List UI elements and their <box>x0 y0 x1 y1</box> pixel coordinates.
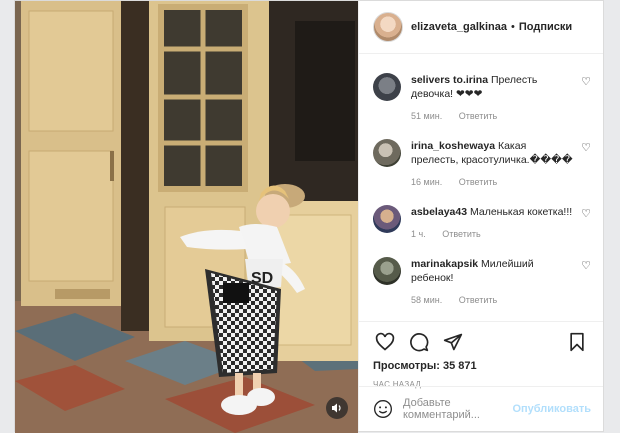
action-icons-row <box>373 330 589 354</box>
publish-button[interactable]: Опубликовать <box>512 403 591 415</box>
comment-text-block: asbelaya43 Маленькая кокетка!!! <box>411 199 572 219</box>
comment-time[interactable]: 16 мин. <box>411 177 442 187</box>
comment-item: marinakapsik Милейший ребенок! 58 мин. О… <box>359 239 603 305</box>
views-count[interactable]: 35 871 <box>443 360 477 372</box>
views-label: Просмотры: <box>373 360 440 372</box>
emoji-icon[interactable] <box>373 399 393 419</box>
comment-item: irina_koshewaya Какая прелесть, красотул… <box>359 121 603 187</box>
views-line: Просмотры: 35 871 <box>373 360 589 372</box>
comment-text-block: irina_koshewaya Какая прелесть, красотул… <box>411 133 573 167</box>
comment-like-icon[interactable]: ♡ <box>581 141 591 154</box>
comment-item: selivers to.irina Прелесть девочка! ❤❤❤ … <box>359 59 603 121</box>
author-username[interactable]: elizaveta_galkinaa <box>411 21 507 33</box>
share-icon[interactable] <box>441 330 465 354</box>
comment-meta: 1 ч. Ответить <box>411 229 572 239</box>
post-side-panel: elizaveta_galkinaa • Подписки selivers t… <box>358 1 603 431</box>
post-header: elizaveta_galkinaa • Подписки <box>359 1 603 54</box>
comment-text-block: marinakapsik Милейший ребенок! <box>411 251 573 285</box>
comment-like-icon[interactable]: ♡ <box>581 207 591 220</box>
comment-like-icon[interactable]: ♡ <box>581 259 591 272</box>
comments-list[interactable]: selivers to.irina Прелесть девочка! ❤❤❤ … <box>359 59 603 321</box>
comment-text-block: selivers to.irina Прелесть девочка! ❤❤❤ <box>411 67 573 101</box>
post-modal: SD elizaveta_galkinaa • Подписки seliver… <box>14 0 604 433</box>
comment-text: Маленькая кокетка!!! <box>469 206 573 218</box>
comment-meta: 58 мин. Ответить <box>411 295 573 305</box>
comment-time[interactable]: 51 мин. <box>411 111 442 121</box>
comment-composer: Добавьте комментарий... Опубликовать <box>359 386 603 431</box>
commenter-avatar[interactable] <box>373 73 401 101</box>
comment-username[interactable]: irina_koshewaya <box>411 140 495 152</box>
comment-item: asbelaya43 Маленькая кокетка!!! 1 ч. Отв… <box>359 187 603 239</box>
comment-username[interactable]: marinakapsik <box>411 258 478 270</box>
sound-icon <box>332 403 341 413</box>
comment-time[interactable]: 1 ч. <box>411 229 426 239</box>
author-avatar[interactable] <box>373 12 403 42</box>
reply-button[interactable]: Ответить <box>459 111 497 121</box>
heart-icon[interactable] <box>373 330 397 354</box>
post-actions: Просмотры: 35 871 ЧАС НАЗАД <box>359 321 603 389</box>
comment-like-icon[interactable]: ♡ <box>581 75 591 88</box>
comment-username[interactable]: asbelaya43 <box>411 206 467 218</box>
following-button[interactable]: Подписки <box>519 21 572 33</box>
comment-username[interactable]: selivers to.irina <box>411 74 488 86</box>
video-frame: SD <box>15 1 358 433</box>
comment-meta: 16 мин. Ответить <box>411 177 573 187</box>
comment-meta: 51 мин. Ответить <box>411 111 573 121</box>
commenter-avatar[interactable] <box>373 205 401 233</box>
header-separator: • <box>511 21 515 33</box>
bookmark-icon[interactable] <box>565 330 589 354</box>
sound-toggle-button[interactable] <box>326 397 348 419</box>
commenter-avatar[interactable] <box>373 257 401 285</box>
reply-button[interactable]: Ответить <box>459 177 497 187</box>
post-video[interactable]: SD <box>15 1 358 433</box>
comment-time[interactable]: 58 мин. <box>411 295 442 305</box>
commenter-avatar[interactable] <box>373 139 401 167</box>
comment-input[interactable]: Добавьте комментарий... <box>403 397 512 421</box>
reply-button[interactable]: Ответить <box>442 229 480 239</box>
comment-icon[interactable] <box>407 330 431 354</box>
reply-button[interactable]: Ответить <box>459 295 497 305</box>
